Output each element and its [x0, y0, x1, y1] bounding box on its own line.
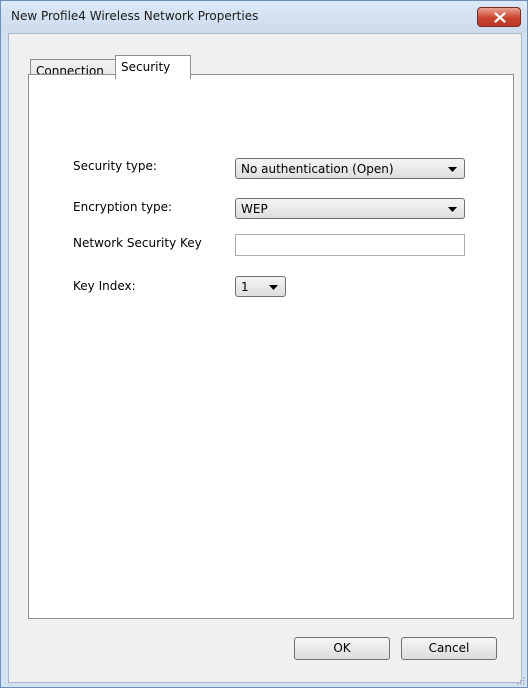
- dialog-window: New Profile4 Wireless Network Properties…: [0, 0, 528, 688]
- network-security-key-label: Network Security Key: [73, 236, 202, 250]
- encryption-type-dropdown[interactable]: WEP: [235, 198, 465, 219]
- dialog-client-area: Connection Security Security type: No au…: [8, 33, 522, 683]
- window-title: New Profile4 Wireless Network Properties: [11, 9, 259, 23]
- chevron-down-icon: [448, 207, 457, 212]
- ok-button-label: OK: [333, 641, 351, 655]
- resize-grip-icon[interactable]: [515, 675, 525, 685]
- tab-security-label: Security: [121, 60, 171, 74]
- close-icon: [494, 12, 506, 23]
- key-index-label: Key Index:: [73, 279, 136, 293]
- key-index-dropdown[interactable]: 1: [235, 276, 286, 297]
- cancel-button-label: Cancel: [428, 641, 470, 655]
- security-type-dropdown[interactable]: No authentication (Open): [235, 158, 465, 179]
- security-tab-panel: Security type: No authentication (Open) …: [28, 74, 514, 619]
- title-bar[interactable]: New Profile4 Wireless Network Properties: [1, 1, 527, 33]
- network-security-key-input[interactable]: [235, 234, 465, 256]
- key-index-value: 1: [241, 280, 249, 294]
- chevron-down-icon: [448, 167, 457, 172]
- tab-security[interactable]: Security: [115, 55, 191, 79]
- cancel-button[interactable]: Cancel: [401, 637, 497, 660]
- chevron-down-icon: [269, 285, 278, 290]
- ok-button[interactable]: OK: [294, 637, 390, 660]
- encryption-type-label: Encryption type:: [73, 200, 173, 214]
- close-button[interactable]: [477, 7, 521, 27]
- encryption-type-value: WEP: [241, 202, 268, 216]
- security-type-value: No authentication (Open): [241, 162, 394, 176]
- security-type-label: Security type:: [73, 159, 157, 173]
